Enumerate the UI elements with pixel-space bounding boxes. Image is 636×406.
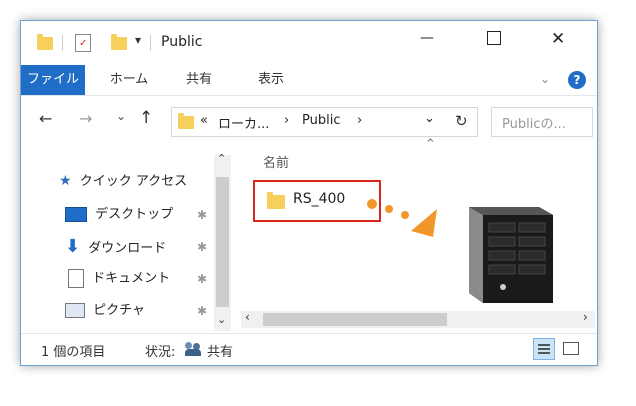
arrow-dot — [367, 199, 377, 209]
title-bar: ✓ ▾ Public — ✕ — [21, 21, 597, 65]
pin-icon: ✱ — [197, 208, 208, 222]
details-view-button[interactable] — [533, 338, 555, 360]
folder-icon — [178, 113, 194, 129]
breadcrumb-public[interactable]: Public — [302, 113, 340, 128]
address-bar[interactable]: « ローカ... › Public › ⌄ — [171, 107, 449, 137]
address-dropdown-button[interactable]: ⌄ — [424, 111, 435, 126]
search-box[interactable]: Publicの... — [491, 107, 593, 137]
close-button[interactable]: ✕ — [551, 29, 565, 49]
new-folder-icon[interactable] — [111, 34, 127, 50]
column-header-name[interactable]: 名前 — [263, 152, 289, 171]
breadcrumb-separator[interactable]: › — [284, 113, 289, 128]
nav-label: ドキュメント — [92, 271, 171, 286]
quick-access-toolbar-dropdown-icon[interactable]: ▾ — [135, 33, 141, 47]
recent-locations-button[interactable]: ⌄ — [116, 109, 126, 123]
up-button[interactable]: ↑ — [139, 108, 153, 128]
back-button[interactable]: ← — [39, 109, 52, 128]
nav-label: ダウンロード — [88, 241, 167, 256]
item-count: 1 個の項目 — [41, 345, 106, 360]
window-title: Public — [161, 34, 203, 50]
scroll-right-arrow[interactable]: › — [583, 310, 588, 324]
breadcrumb-separator[interactable]: › — [357, 113, 362, 128]
document-icon — [68, 269, 84, 288]
nav-scrollbar-thumb[interactable] — [216, 177, 229, 307]
ribbon-tabs: ファイル ホーム 共有 表示 ⌄ ? — [21, 65, 597, 95]
divider — [62, 35, 63, 51]
minimize-button[interactable]: — — [420, 30, 434, 46]
pin-icon: ✱ — [197, 272, 208, 286]
nav-item-documents[interactable]: ドキュメント ✱ — [65, 265, 213, 293]
refresh-icon: ↻ — [455, 112, 468, 130]
refresh-button[interactable]: ↻ — [447, 107, 478, 137]
overflow-chevron[interactable]: « — [200, 113, 208, 128]
scroll-up-arrow[interactable]: ⌃ — [217, 152, 226, 165]
breadcrumb-local[interactable]: ローカ... — [218, 113, 269, 132]
content-scrollbar-thumb[interactable] — [263, 313, 447, 326]
item-name: RS_400 — [293, 191, 346, 207]
status-bar: 1 個の項目 状況: 共有 — [21, 334, 597, 364]
maximize-button[interactable] — [487, 31, 501, 45]
pin-icon: ✱ — [197, 240, 208, 254]
arrow-head-icon — [411, 209, 437, 237]
nav-item-pictures[interactable]: ピクチャ ✱ — [65, 297, 213, 325]
tab-home[interactable]: ホーム — [105, 65, 153, 95]
search-placeholder: Publicの... — [502, 117, 566, 132]
sort-chevron-icon: ⌃ — [425, 137, 436, 152]
status-divider — [21, 333, 597, 334]
nav-item-desktop[interactable]: デスクトップ ✱ — [65, 201, 213, 229]
nas-device-image — [469, 207, 553, 303]
tab-view[interactable]: 表示 — [251, 65, 291, 95]
nav-item-downloads[interactable]: ⬇ ダウンロード ✱ — [65, 233, 213, 261]
star-icon: ★ — [59, 173, 72, 189]
explorer-window: ✓ ▾ Public — ✕ ファイル ホーム 共有 表示 ⌄ ? ← → ⌄ … — [20, 20, 598, 366]
state-label: 状況: — [145, 345, 176, 360]
ribbon-divider — [21, 95, 597, 96]
tab-file[interactable]: ファイル — [21, 65, 85, 95]
tab-share[interactable]: 共有 — [179, 65, 219, 95]
navigation-pane: ★ クイック アクセス デスクトップ ✱ ⬇ ダウンロード ✱ ドキュメント ✱… — [21, 149, 233, 333]
properties-icon[interactable]: ✓ — [75, 34, 91, 52]
arrow-dot — [385, 205, 393, 213]
desktop-icon — [65, 207, 87, 222]
download-icon: ⬇ — [65, 236, 81, 257]
nav-label: デスクトップ — [95, 207, 174, 222]
folder-icon — [267, 192, 285, 209]
nav-label: ピクチャ — [93, 303, 146, 318]
pin-icon: ✱ — [197, 304, 208, 318]
large-icons-view-button[interactable] — [561, 339, 579, 357]
folder-icon — [37, 34, 53, 50]
divider — [150, 35, 151, 51]
arrow-dot — [401, 211, 409, 219]
chevron-down-icon[interactable]: ⌄ — [540, 72, 550, 86]
nav-item-quick-access[interactable]: ★ クイック アクセス — [59, 167, 187, 195]
nav-label: クイック アクセス — [79, 174, 188, 189]
help-icon[interactable]: ? — [568, 71, 586, 89]
state-value: 共有 — [207, 345, 234, 360]
forward-button[interactable]: → — [79, 109, 92, 128]
scroll-left-arrow[interactable]: ‹ — [245, 310, 250, 324]
share-users-icon — [185, 342, 201, 356]
picture-icon — [65, 303, 85, 318]
scroll-down-arrow[interactable]: ⌄ — [217, 313, 226, 326]
